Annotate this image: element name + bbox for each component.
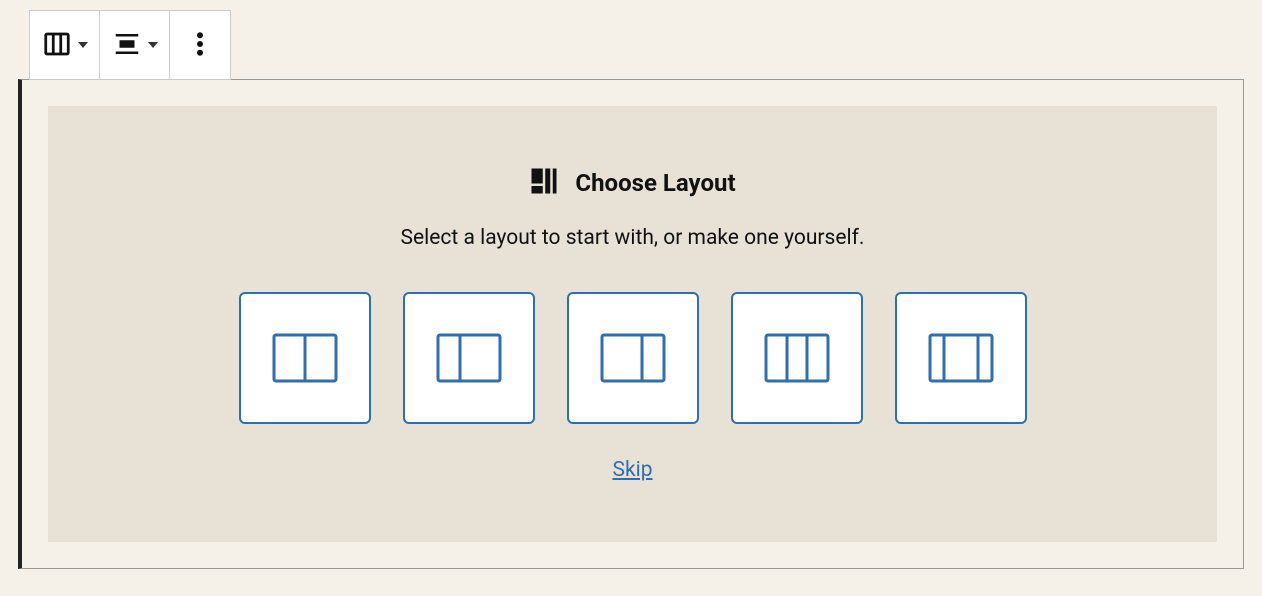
placeholder-title: Choose Layout <box>575 169 735 197</box>
chevron-down-icon <box>78 42 88 48</box>
columns-block-button[interactable] <box>30 11 100 79</box>
layout-placeholder: Choose Layout Select a layout to start w… <box>48 106 1217 542</box>
columns-block-frame: Choose Layout Select a layout to start w… <box>18 79 1244 569</box>
chevron-down-icon <box>148 42 158 48</box>
placeholder-subtitle: Select a layout to start with, or make o… <box>401 226 865 250</box>
more-options-button[interactable] <box>170 11 230 79</box>
layout-icon <box>529 166 559 200</box>
layout-option-three-equal[interactable] <box>731 292 863 424</box>
columns-icon <box>42 29 72 62</box>
block-toolbar <box>29 10 231 80</box>
layout-option-three-wide-center[interactable] <box>895 292 1027 424</box>
more-vertical-icon <box>195 29 205 62</box>
placeholder-heading: Choose Layout <box>529 166 735 200</box>
layout-option-two-equal[interactable] <box>239 292 371 424</box>
layout-option-two-right-third[interactable] <box>567 292 699 424</box>
layout-options <box>239 292 1027 424</box>
layout-option-two-left-third[interactable] <box>403 292 535 424</box>
skip-link[interactable]: Skip <box>612 458 652 482</box>
align-button[interactable] <box>100 11 170 79</box>
align-icon <box>112 29 142 62</box>
